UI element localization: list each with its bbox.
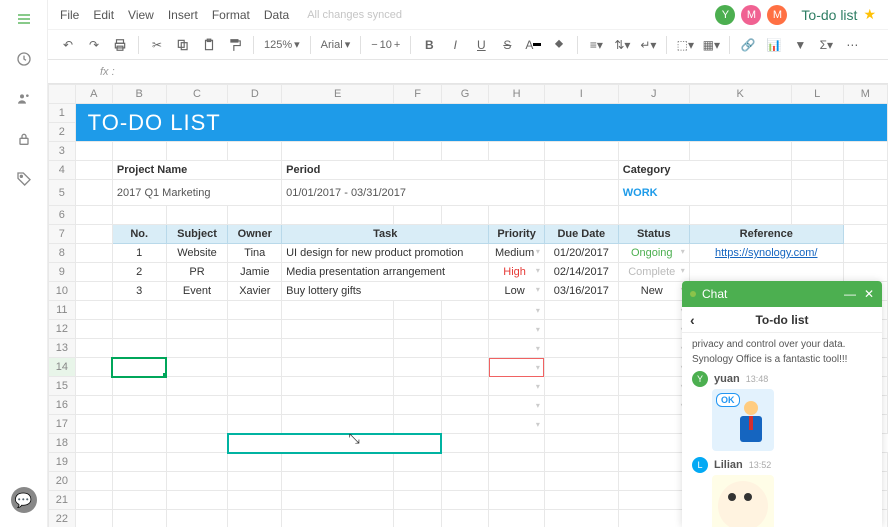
menu-edit[interactable]: Edit <box>93 8 114 22</box>
avatar: Y <box>692 371 708 387</box>
status-dot-icon <box>690 291 696 297</box>
label-project[interactable]: Project Name <box>112 161 281 180</box>
value-category[interactable]: WORK <box>618 180 791 206</box>
chat-panel: Chat — ✕ ‹ To-do list privacy and control… <box>682 281 882 527</box>
sync-status: All changes synced <box>307 9 402 21</box>
avatar: L <box>692 457 708 473</box>
menu-bar: File Edit View Insert Format Data All ch… <box>48 0 888 30</box>
zoom-select[interactable]: 125% ▾ <box>264 38 300 51</box>
left-rail: 💬 <box>0 0 48 527</box>
wrap-button[interactable]: ↵▾ <box>640 37 656 53</box>
underline-button[interactable]: U <box>473 37 489 53</box>
font-select[interactable]: Arial ▾ <box>321 38 351 51</box>
function-button[interactable]: Σ▾ <box>818 37 834 53</box>
tag-icon[interactable] <box>15 170 33 188</box>
more-button[interactable]: ⋯ <box>844 37 860 53</box>
menu-icon[interactable] <box>15 10 33 28</box>
col-header-row[interactable]: ABCDEFGHIJKLM <box>49 85 888 104</box>
people-icon[interactable] <box>15 90 33 108</box>
cut-icon[interactable]: ✂ <box>149 37 165 53</box>
bold-button[interactable]: B <box>421 37 437 53</box>
menu-file[interactable]: File <box>60 8 79 22</box>
chat-body[interactable]: privacy and control over your data. Syno… <box>682 333 882 527</box>
cursor-icon: ⤡ <box>348 434 359 448</box>
avatar[interactable]: M <box>767 5 787 25</box>
format-paint-icon[interactable] <box>227 37 243 53</box>
fill-color-button[interactable] <box>551 37 567 53</box>
value-project[interactable]: 2017 Q1 Marketing <box>112 180 281 206</box>
chat-message: privacy and control over your data. <box>692 339 872 350</box>
back-icon[interactable]: ‹ <box>690 312 695 328</box>
toolbar: ↶ ↷ ✂ 125% ▾ Arial ▾ − 10 + B I U S A ≡▾… <box>48 30 888 60</box>
chart-button[interactable]: 📊 <box>766 37 782 53</box>
borders-button[interactable]: ▦▾ <box>703 37 719 53</box>
label-category[interactable]: Category <box>618 161 791 180</box>
clock-icon[interactable] <box>15 50 33 68</box>
menu-view[interactable]: View <box>128 8 154 22</box>
valign-button[interactable]: ⇅▾ <box>614 37 630 53</box>
sticker-dog <box>712 475 774 527</box>
sheet-title[interactable]: TO-DO LIST <box>75 104 887 142</box>
strike-button[interactable]: S <box>499 37 515 53</box>
chat-room-name: To-do list <box>755 313 808 327</box>
paste-icon[interactable] <box>201 37 217 53</box>
label-period[interactable]: Period <box>282 161 545 180</box>
text-color-button[interactable]: A <box>525 37 541 53</box>
avatar[interactable]: Y <box>715 5 735 25</box>
sticker-ok-person: OK <box>712 389 774 451</box>
align-button[interactable]: ≡▾ <box>588 37 604 53</box>
menu-insert[interactable]: Insert <box>168 8 198 22</box>
reference-link[interactable]: https://synology.com/ <box>715 247 818 259</box>
chat-user-row: Y yuan 13:48 <box>692 371 872 387</box>
filter-button[interactable]: ▼ <box>792 37 808 53</box>
redo-icon[interactable]: ↷ <box>86 37 102 53</box>
star-icon[interactable]: ★ <box>863 6 876 23</box>
close-icon[interactable]: ✕ <box>864 287 874 301</box>
active-cell[interactable] <box>112 358 166 377</box>
other-user-selection[interactable]: ▾ <box>489 358 545 377</box>
value-period[interactable]: 01/01/2017 - 03/31/2017 <box>282 180 545 206</box>
fx-label: fx : <box>100 66 115 78</box>
italic-button[interactable]: I <box>447 37 463 53</box>
undo-icon[interactable]: ↶ <box>60 37 76 53</box>
chat-launcher-icon[interactable]: 💬 <box>11 487 37 513</box>
lock-icon[interactable] <box>15 130 33 148</box>
collaborator-cell[interactable]: yuan⤡ <box>228 434 441 453</box>
chat-header[interactable]: Chat — ✕ <box>682 281 882 307</box>
formula-bar[interactable]: fx : <box>48 60 888 84</box>
chat-user-row: L Lilian 13:52 <box>692 457 872 473</box>
fontsize-select[interactable]: − 10 + <box>371 39 400 51</box>
merge-button[interactable]: ⬚▾ <box>677 37 693 53</box>
chat-title: Chat <box>702 287 727 301</box>
link-button[interactable]: 🔗 <box>740 37 756 53</box>
menu-format[interactable]: Format <box>212 8 250 22</box>
menu-data[interactable]: Data <box>264 8 289 22</box>
print-icon[interactable] <box>112 37 128 53</box>
minimize-icon[interactable]: — <box>844 287 856 301</box>
avatar[interactable]: M <box>741 5 761 25</box>
chat-subheader: ‹ To-do list <box>682 307 882 333</box>
copy-icon[interactable] <box>175 37 191 53</box>
chat-message: Synology Office is a fantastic tool!!! <box>692 354 872 365</box>
doc-name[interactable]: To-do list <box>801 7 857 23</box>
